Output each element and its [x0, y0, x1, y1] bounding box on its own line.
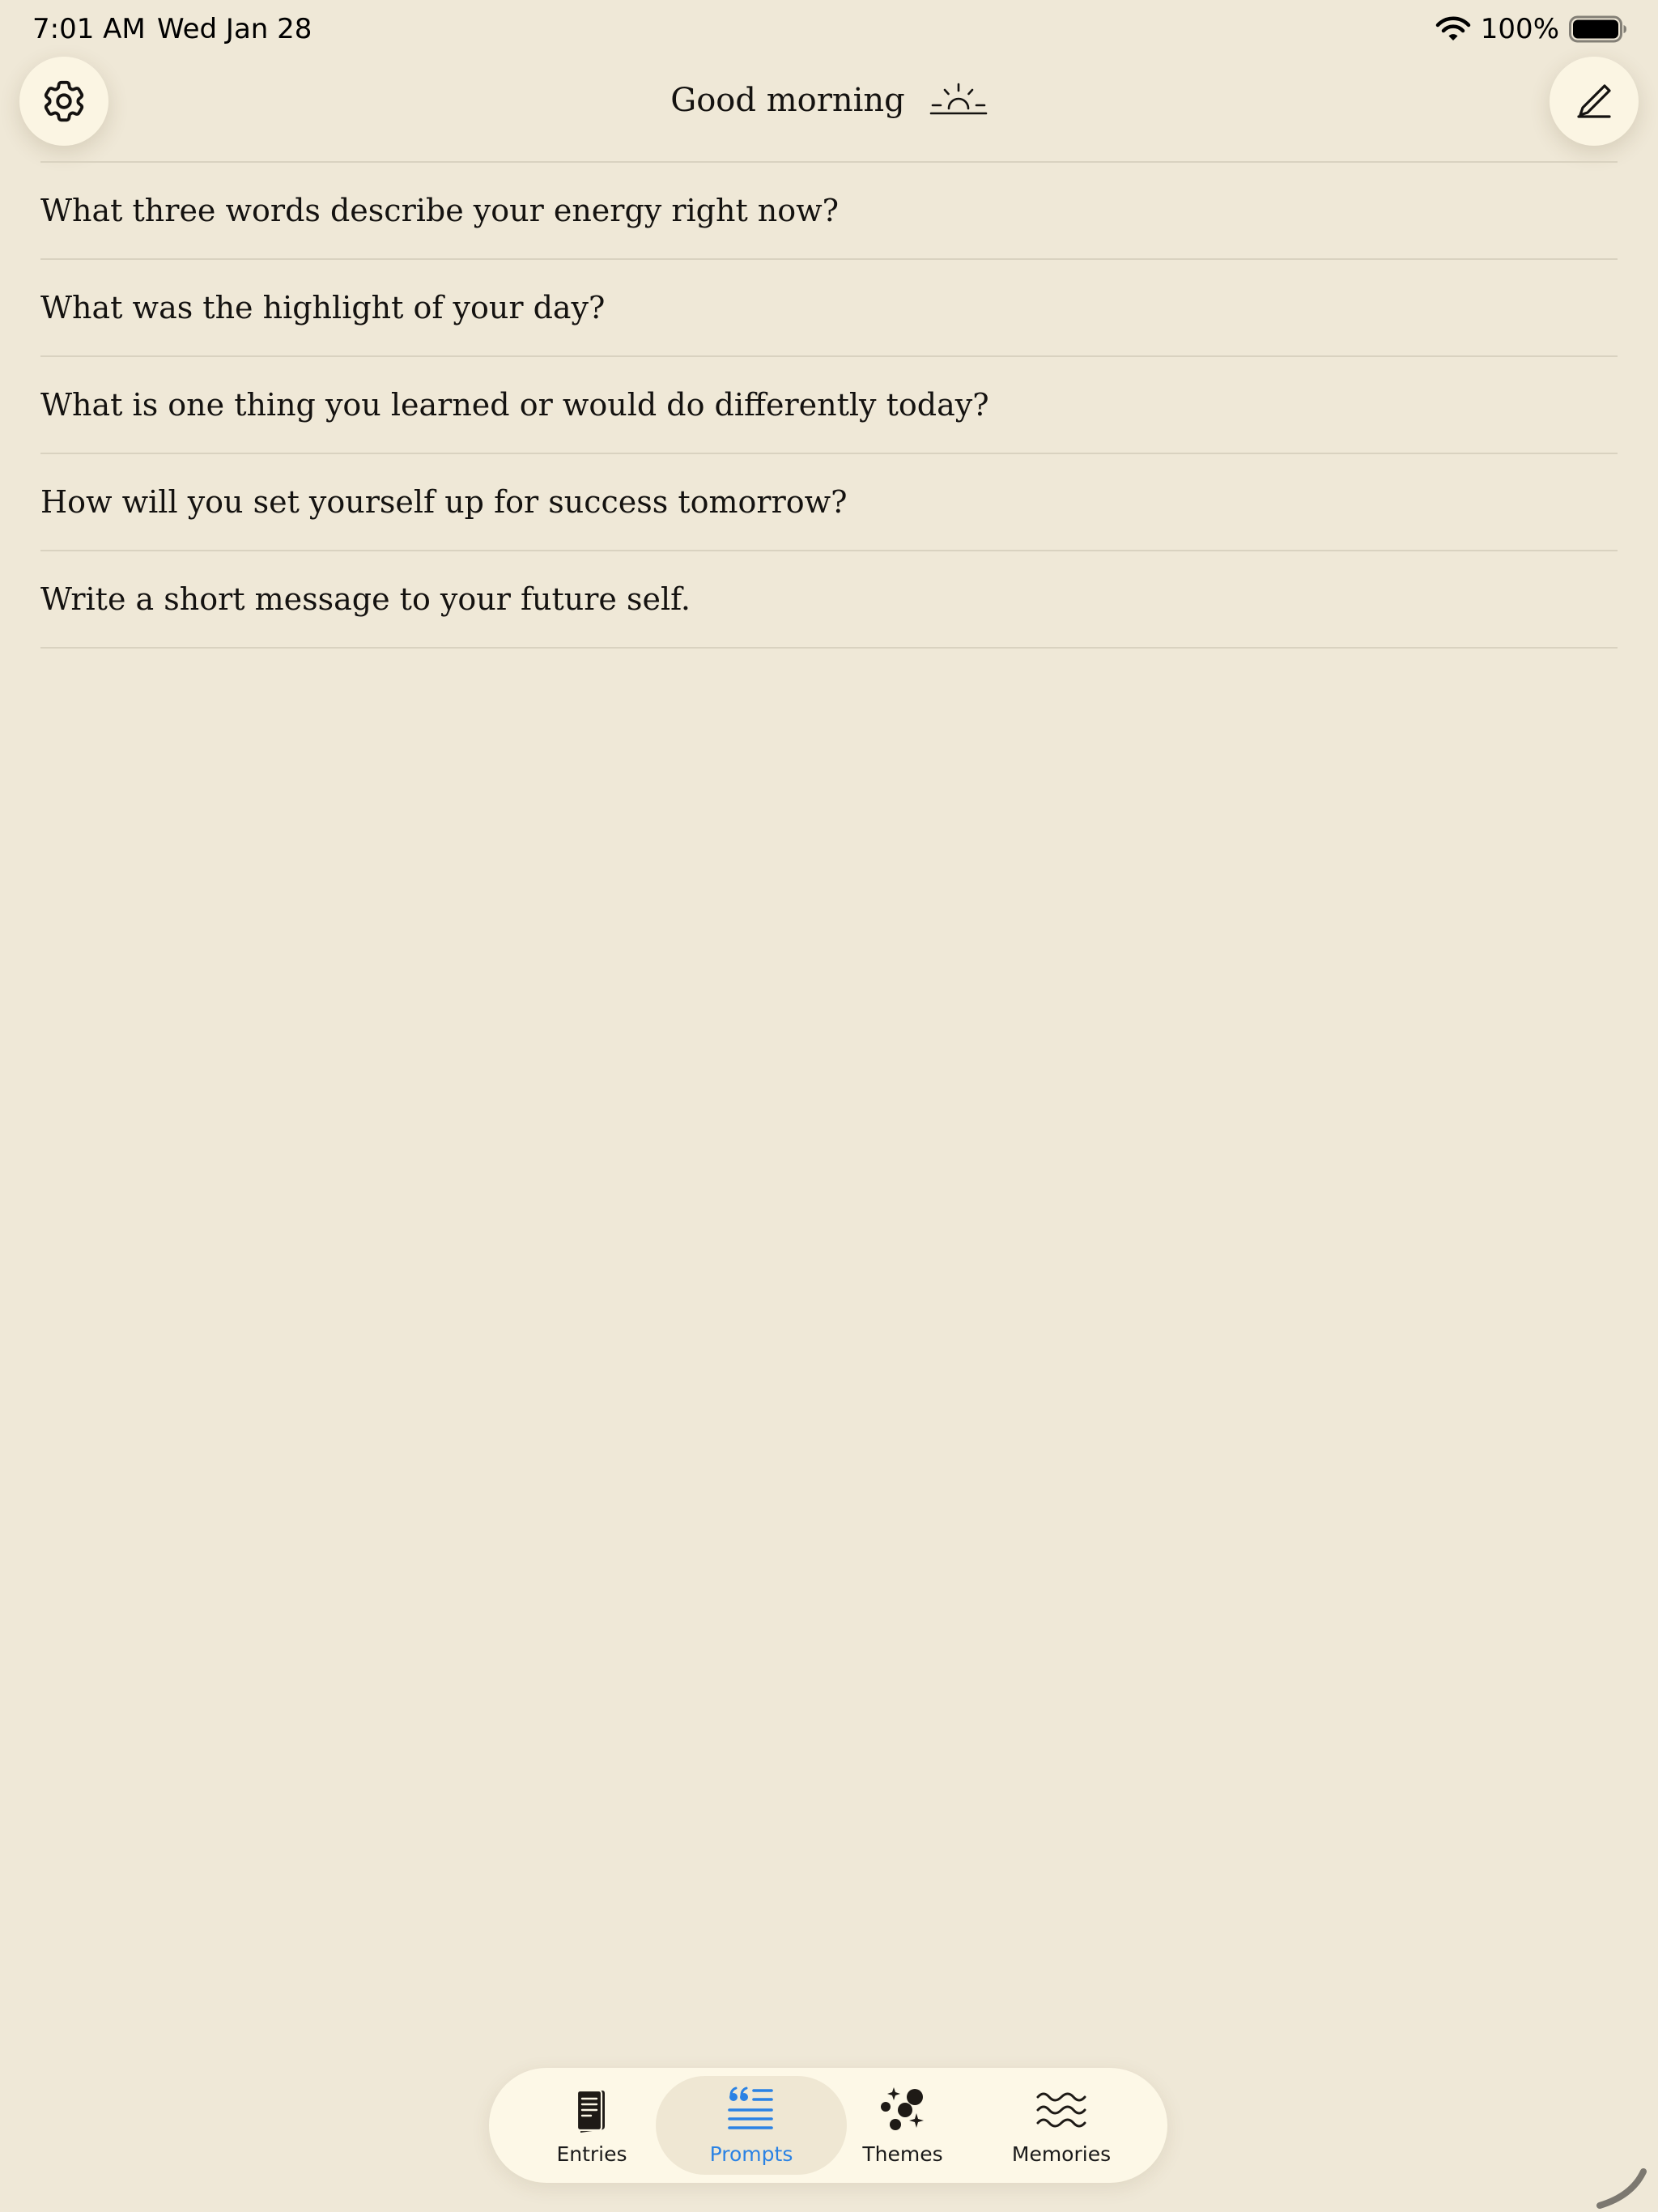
greeting: Good morning — [0, 74, 1658, 126]
prompt-text: What was the highlight of your day? — [40, 290, 606, 325]
sunrise-icon — [929, 83, 988, 115]
pencil-icon — [1577, 84, 1611, 118]
greeting-text: Good morning — [670, 82, 905, 119]
prompt-list: What three words describe your energy ri… — [40, 161, 1618, 649]
tab-label-memories: Memories — [1011, 2142, 1112, 2166]
battery-icon — [1569, 15, 1626, 43]
waves-icon — [1036, 2092, 1086, 2127]
tab-label-prompts: Prompts — [709, 2142, 793, 2166]
status-bar: 7:01 AM Wed Jan 28 100% — [0, 0, 1658, 60]
prompt-item[interactable]: What three words describe your energy ri… — [40, 163, 1618, 260]
tab-prompts[interactable]: Prompts — [656, 2076, 847, 2175]
journal-icon — [576, 2089, 605, 2133]
prompt-text: How will you set yourself up for success… — [40, 484, 848, 520]
battery-percentage: 100% — [1480, 13, 1559, 45]
prompt-text: Write a short message to your future sel… — [40, 581, 691, 617]
status-date: Wed Jan 28 — [157, 13, 312, 45]
quote-list-icon — [728, 2087, 773, 2129]
status-indicators: 100% — [1435, 11, 1627, 47]
tab-entries[interactable]: Entries — [515, 2076, 669, 2175]
prompt-item[interactable]: Write a short message to your future sel… — [40, 551, 1618, 649]
tab-memories[interactable]: Memories — [984, 2076, 1138, 2175]
prompt-item[interactable]: What was the highlight of your day? — [40, 260, 1618, 357]
wifi-icon — [1435, 16, 1471, 40]
prompt-item[interactable]: How will you set yourself up for success… — [40, 454, 1618, 551]
prompt-text: What is one thing you learned or would d… — [40, 387, 989, 423]
tab-themes[interactable]: Themes — [826, 2076, 980, 2175]
prompt-text: What three words describe your energy ri… — [40, 193, 840, 228]
sparkle-bubbles-icon — [881, 2087, 924, 2130]
corner-gesture-indicator — [1596, 2168, 1647, 2209]
compose-button[interactable] — [1550, 57, 1639, 146]
status-time: 7:01 AM — [32, 13, 146, 45]
tab-label-entries: Entries — [556, 2142, 627, 2166]
prompt-item[interactable]: What is one thing you learned or would d… — [40, 357, 1618, 454]
tab-label-themes: Themes — [862, 2142, 943, 2166]
tab-bar: Entries Prompts Themes Memories — [489, 2068, 1167, 2183]
